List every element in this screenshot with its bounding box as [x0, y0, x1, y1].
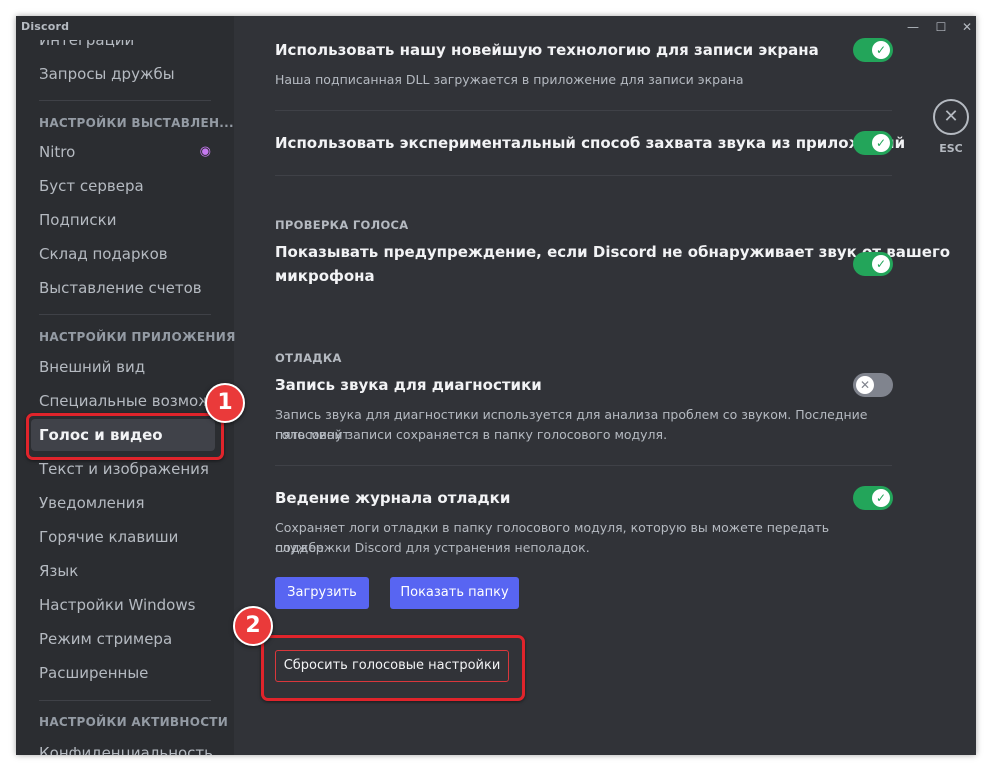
mic-warning-toggle[interactable]: ✓: [853, 252, 893, 276]
app-title: Discord: [21, 20, 70, 33]
esc-label: ESC: [939, 142, 963, 155]
sidebar-item-billing[interactable]: Выставление счетов: [31, 272, 215, 304]
close-settings-icon[interactable]: ✕: [933, 99, 969, 135]
sidebar-item-label: Режим стримера: [39, 630, 173, 648]
billing-settings-header: НАСТРОЙКИ ВЫСТАВЛЕН...: [39, 116, 234, 130]
sidebar-item-label: Подписки: [39, 211, 117, 229]
divider: [275, 175, 892, 176]
debug-logging-title: Ведение журнала отладки: [275, 489, 511, 507]
sidebar-item-friend-requests[interactable]: Запросы дружбы: [31, 58, 215, 90]
check-icon: ✓: [872, 489, 890, 507]
voice-check-header: ПРОВЕРКА ГОЛОСА: [275, 218, 409, 232]
highlight-reset-button: [261, 635, 525, 701]
check-icon: ✓: [872, 134, 890, 152]
sidebar-item-label: Конфиденциальность: [39, 744, 214, 755]
sidebar-item-appearance[interactable]: Внешний вид: [31, 351, 215, 383]
sidebar-item-windows-settings[interactable]: Настройки Windows: [31, 589, 215, 621]
sidebar-item-streamer-mode[interactable]: Режим стримера: [31, 623, 215, 655]
sidebar-divider: [39, 100, 211, 101]
sidebar-item-label: Расширенные: [39, 664, 149, 682]
sidebar-item-language[interactable]: Язык: [31, 555, 215, 587]
sidebar-item-label: Настройки Windows: [39, 596, 196, 614]
sidebar-item-label: Уведомления: [39, 494, 145, 512]
sidebar-item-label: Горячие клавиши: [39, 528, 179, 546]
close-icon[interactable]: ✕: [952, 16, 976, 38]
new-tech-capture-description: Наша подписанная DLL загружается в прило…: [275, 72, 744, 87]
sidebar-item-notifications[interactable]: Уведомления: [31, 487, 215, 519]
title-bar: Discord — ☐ ✕: [16, 16, 976, 38]
sidebar-item-label: Запросы дружбы: [39, 65, 175, 83]
sidebar-item-label: Буст сервера: [39, 177, 144, 195]
sidebar-divider: [39, 700, 211, 701]
sidebar-item-label: Выставление счетов: [39, 279, 202, 297]
sidebar-item-label: Специальные возмож...: [39, 392, 215, 410]
highlight-voice-video: [26, 413, 224, 460]
diagnostic-audio-toggle[interactable]: ✕: [853, 373, 893, 397]
sidebar-item-gift-inventory[interactable]: Склад подарков: [31, 238, 215, 270]
mic-warning-title-line1: Показывать предупреждение, если Discord …: [275, 243, 951, 261]
sidebar-item-label: Внешний вид: [39, 358, 146, 376]
settings-sidebar: Интеграции Запросы дружбы НАСТРОЙКИ ВЫСТ…: [16, 16, 236, 755]
x-icon: ✕: [856, 376, 874, 394]
step-marker-2: 2: [233, 606, 273, 646]
minimize-icon[interactable]: —: [898, 16, 928, 38]
sidebar-item-label: Nitro: [39, 143, 76, 161]
sidebar-item-nitro[interactable]: Nitro ◉: [31, 136, 215, 168]
show-folder-button[interactable]: Показать папку: [390, 577, 519, 609]
diagnostic-audio-description-line2: голосовой записи сохраняется в папку гол…: [275, 427, 668, 442]
diagnostic-audio-title: Запись звука для диагностики: [275, 376, 542, 394]
activity-settings-header: НАСТРОЙКИ АКТИВНОСТИ: [39, 715, 229, 729]
nitro-icon: ◉: [199, 144, 211, 159]
sidebar-item-label: Язык: [39, 562, 79, 580]
divider: [275, 465, 892, 466]
sidebar-item-subscriptions[interactable]: Подписки: [31, 204, 215, 236]
sidebar-item-label: Текст и изображения: [39, 460, 209, 478]
check-icon: ✓: [872, 255, 890, 273]
debug-logging-description-line2: поддержки Discord для устранения неполад…: [275, 540, 590, 555]
sidebar-item-label: Склад подарков: [39, 245, 168, 263]
step-marker-1: 1: [205, 383, 245, 423]
mic-warning-title-line2: микрофона: [275, 267, 375, 285]
sidebar-item-keybinds[interactable]: Горячие клавиши: [31, 521, 215, 553]
sidebar-item-label: Интеграции: [39, 40, 135, 49]
new-tech-capture-toggle[interactable]: ✓: [853, 38, 893, 62]
new-tech-capture-title: Использовать нашу новейшую технологию дл…: [275, 41, 819, 59]
app-settings-header: НАСТРОЙКИ ПРИЛОЖЕНИЯ: [39, 330, 236, 344]
experimental-audio-capture-title: Использовать экспериментальный способ за…: [275, 134, 906, 152]
sidebar-item-advanced[interactable]: Расширенные: [31, 657, 215, 689]
sidebar-divider: [39, 314, 211, 315]
sidebar-item-privacy[interactable]: Конфиденциальность: [31, 737, 215, 755]
check-icon: ✓: [872, 41, 890, 59]
divider: [275, 110, 892, 111]
debug-logging-toggle[interactable]: ✓: [853, 486, 893, 510]
experimental-audio-capture-toggle[interactable]: ✓: [853, 131, 893, 155]
upload-button[interactable]: Загрузить: [275, 577, 369, 609]
sidebar-item-server-boost[interactable]: Буст сервера: [31, 170, 215, 202]
debug-header: ОТЛАДКА: [275, 351, 342, 365]
